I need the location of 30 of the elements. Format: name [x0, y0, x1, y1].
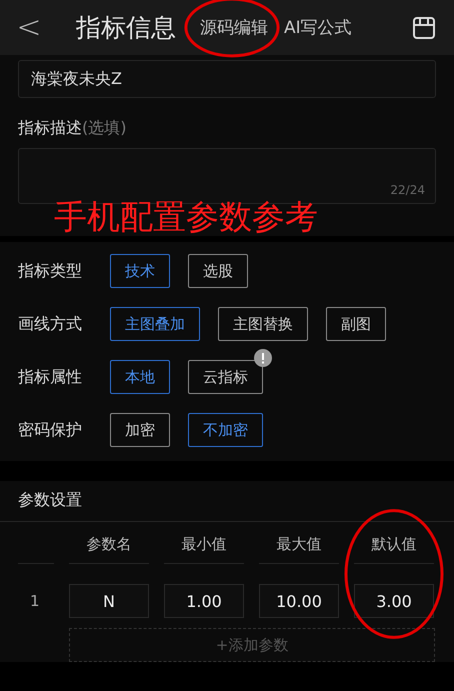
option-label: 密码保护: [18, 420, 83, 440]
param-field[interactable]: 10.00: [259, 584, 339, 618]
option-chip[interactable]: 技术: [110, 254, 170, 288]
option-chip[interactable]: 不加密: [188, 413, 263, 447]
section-title: 参数设置: [0, 481, 454, 522]
option-chip[interactable]: 选股: [188, 254, 248, 288]
save-icon: [412, 16, 436, 40]
column-header: 参数名: [69, 526, 149, 564]
column-header: 默认值: [354, 526, 434, 564]
column-header: 最小值: [164, 526, 244, 564]
option-chip[interactable]: 本地: [110, 360, 170, 394]
description-label: 指标描述(选填): [18, 118, 128, 139]
option-chip[interactable]: 加密: [110, 413, 170, 447]
param-field[interactable]: 1.00: [164, 584, 244, 618]
option-chip[interactable]: 主图叠加: [110, 307, 200, 341]
row-number: 1: [29, 592, 41, 610]
save-button[interactable]: [412, 16, 436, 40]
option-label: 画线方式: [18, 314, 83, 334]
option-chip[interactable]: 副图: [326, 307, 386, 341]
header-tab[interactable]: AI写公式: [282, 12, 354, 43]
back-button[interactable]: <: [16, 10, 42, 45]
character-counter: 22/24: [390, 183, 425, 197]
column-header: 最大值: [259, 526, 339, 564]
param-field[interactable]: 3.00: [354, 584, 434, 618]
param-field[interactable]: N: [69, 584, 149, 618]
page-title: 指标信息: [76, 12, 176, 44]
option-chip[interactable]: 主图替换: [218, 307, 308, 341]
option-label: 指标属性: [18, 366, 83, 388]
name-field[interactable]: 海棠夜未央Z: [18, 60, 436, 98]
option-label: 指标类型: [18, 260, 83, 282]
